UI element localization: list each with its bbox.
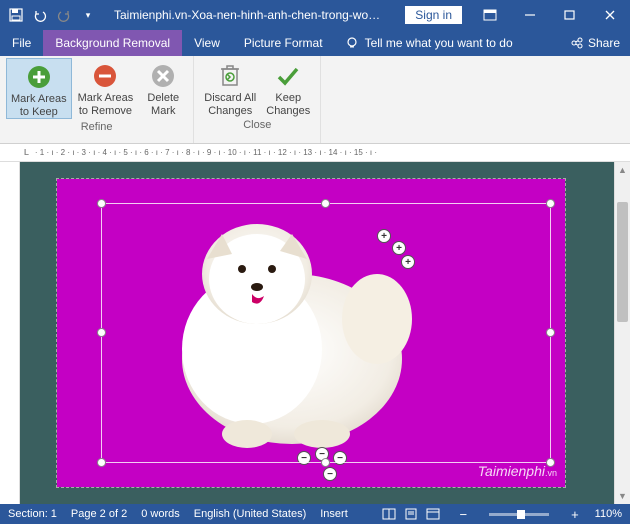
checkmark-icon — [274, 62, 302, 90]
discard-label-1: Discard All — [204, 92, 256, 105]
keep-label-1: Keep — [275, 92, 301, 105]
remove-mark-icon[interactable]: − — [323, 467, 337, 481]
plus-circle-icon — [25, 63, 53, 91]
crop-selection[interactable] — [101, 203, 551, 463]
print-layout-icon[interactable] — [401, 506, 421, 522]
crop-handle-sw[interactable] — [97, 458, 106, 467]
scroll-down-icon[interactable]: ▼ — [615, 488, 630, 504]
zoom-percentage[interactable]: 110% — [595, 508, 622, 520]
share-icon — [570, 36, 584, 50]
ribbon: Mark Areas to Keep Mark Areas to Remove … — [0, 56, 630, 144]
crop-handle-ne[interactable] — [546, 199, 555, 208]
refine-group-label: Refine — [81, 119, 113, 136]
sign-in-button[interactable]: Sign in — [405, 6, 462, 24]
document-area: + + + − − − − Taimienphi.vn ▲ — [0, 162, 630, 504]
mark-remove-label-2: to Remove — [79, 105, 132, 118]
tab-picture-format[interactable]: Picture Format — [232, 30, 335, 56]
status-language[interactable]: English (United States) — [194, 508, 307, 520]
crop-handle-n[interactable] — [321, 199, 330, 208]
share-button[interactable]: Share — [560, 30, 630, 56]
mark-remove-label-1: Mark Areas — [78, 92, 134, 105]
mark-keep-label-2: to Keep — [20, 106, 58, 119]
title-bar: ▾ Taimienphi.vn-Xoa-nen-hinh-anh-chen-tr… — [0, 0, 630, 30]
lightbulb-icon — [345, 36, 359, 50]
watermark: Taimienphi.vn — [478, 463, 557, 481]
zoom-in-button[interactable]: + — [569, 507, 581, 522]
tab-background-removal[interactable]: Background Removal — [43, 30, 182, 56]
close-group-label: Close — [243, 117, 271, 134]
keep-label-2: Changes — [266, 105, 310, 118]
tab-file[interactable]: File — [0, 30, 43, 56]
scroll-up-icon[interactable]: ▲ — [615, 162, 630, 178]
delete-mark-button[interactable]: Delete Mark — [139, 58, 187, 119]
mark-keep-label-1: Mark Areas — [11, 93, 67, 106]
status-section[interactable]: Section: 1 — [8, 508, 57, 520]
crop-handle-w[interactable] — [97, 328, 106, 337]
ribbon-group-close: Discard All Changes Keep Changes Close — [194, 56, 321, 143]
minimize-icon[interactable] — [510, 0, 550, 30]
delete-mark-icon — [149, 62, 177, 90]
zoom-slider[interactable] — [489, 513, 549, 516]
mark-areas-to-remove-button[interactable]: Mark Areas to Remove — [74, 58, 138, 119]
minus-circle-icon — [91, 62, 119, 90]
tab-view[interactable]: View — [182, 30, 232, 56]
web-layout-icon[interactable] — [423, 506, 443, 522]
discard-changes-button[interactable]: Discard All Changes — [200, 58, 260, 117]
delete-label-1: Delete — [147, 92, 179, 105]
ribbon-tabs: File Background Removal View Picture For… — [0, 30, 630, 56]
zoom-out-button[interactable]: − — [457, 507, 469, 522]
vertical-scrollbar[interactable]: ▲ ▼ — [614, 162, 630, 504]
zoom-slider-knob[interactable] — [517, 510, 525, 519]
tell-me-label: Tell me what you want to do — [365, 36, 513, 50]
redo-icon[interactable] — [54, 5, 74, 25]
crop-handle-nw[interactable] — [97, 199, 106, 208]
vertical-ruler[interactable] — [0, 162, 20, 504]
delete-label-2: Mark — [151, 105, 175, 118]
view-mode-buttons — [379, 506, 443, 522]
selected-image[interactable]: + + + − − − − Taimienphi.vn — [56, 178, 566, 488]
qat-customize-icon[interactable]: ▾ — [78, 5, 98, 25]
crop-handle-s[interactable] — [321, 458, 330, 467]
discard-icon — [216, 62, 244, 90]
status-word-count[interactable]: 0 words — [141, 508, 180, 520]
undo-icon[interactable] — [30, 5, 50, 25]
status-insert-mode[interactable]: Insert — [320, 508, 348, 520]
ruler-ticks: · 1 · ı · 2 · ı · 3 · ı · 4 · ı · 5 · ı … — [35, 148, 377, 157]
ribbon-group-refine: Mark Areas to Keep Mark Areas to Remove … — [0, 56, 194, 143]
document-canvas[interactable]: + + + − − − − Taimienphi.vn — [20, 162, 614, 504]
read-mode-icon[interactable] — [379, 506, 399, 522]
window-controls — [470, 0, 630, 30]
crop-handle-e[interactable] — [546, 328, 555, 337]
close-icon[interactable] — [590, 0, 630, 30]
tab-stop-icon[interactable]: L — [24, 148, 29, 157]
document-title: Taimienphi.vn-Xoa-nen-hinh-anh-chen-tron… — [114, 8, 384, 22]
status-page[interactable]: Page 2 of 2 — [71, 508, 127, 520]
discard-label-2: Changes — [208, 105, 252, 118]
maximize-icon[interactable] — [550, 0, 590, 30]
mark-areas-to-keep-button[interactable]: Mark Areas to Keep — [6, 58, 72, 119]
keep-changes-button[interactable]: Keep Changes — [262, 58, 314, 117]
horizontal-ruler[interactable]: L · 1 · ı · 2 · ı · 3 · ı · 4 · ı · 5 · … — [0, 144, 630, 162]
quick-access-toolbar: ▾ — [0, 5, 104, 25]
ribbon-options-icon[interactable] — [470, 0, 510, 30]
share-label: Share — [588, 36, 620, 50]
save-icon[interactable] — [6, 5, 26, 25]
status-bar: Section: 1 Page 2 of 2 0 words English (… — [0, 504, 630, 524]
scrollbar-thumb[interactable] — [617, 202, 628, 322]
tell-me-search[interactable]: Tell me what you want to do — [335, 30, 560, 56]
